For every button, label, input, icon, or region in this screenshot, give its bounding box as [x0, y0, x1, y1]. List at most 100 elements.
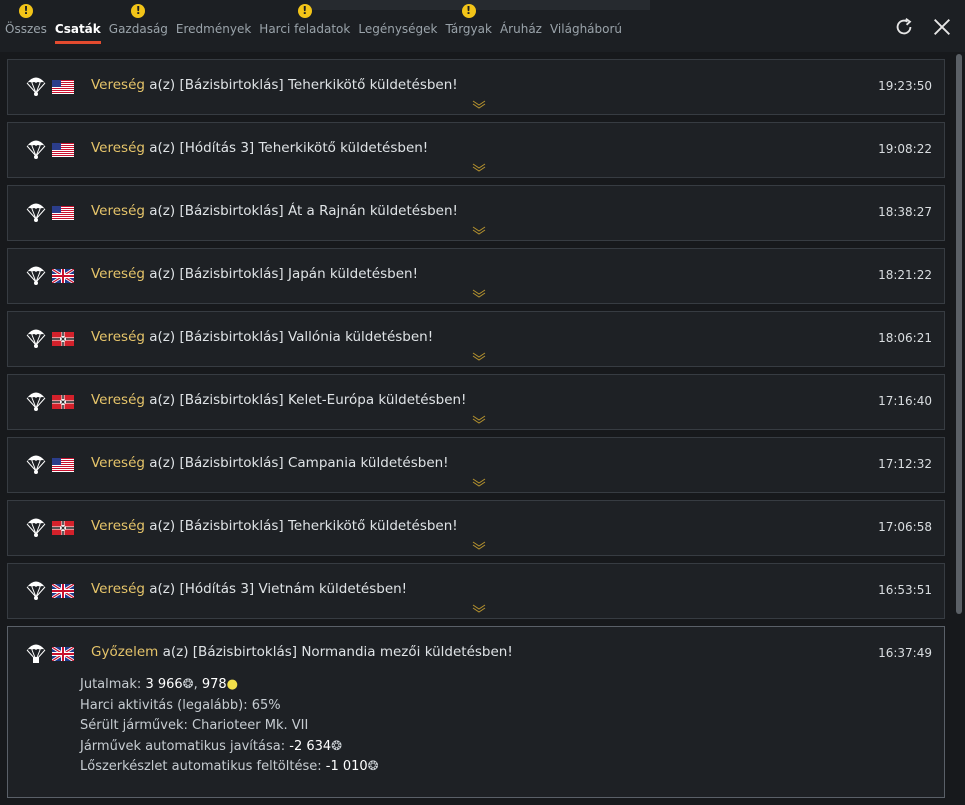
- battle-title: Vereség a(z) [Bázisbirtoklás] Japán küld…: [91, 266, 418, 282]
- rewards-line: Jutalmak: 3 966❂, 978●: [80, 675, 379, 696]
- battle-row[interactable]: Vereség a(z) [Bázisbirtoklás] Teherkiköt…: [7, 500, 945, 556]
- tab-label: Világháború: [549, 22, 623, 36]
- battle-time: 17:06:58: [878, 520, 932, 534]
- battle-details: Jutalmak: 3 966❂, 978● Harci aktivitás (l…: [80, 675, 379, 778]
- refresh-icon[interactable]: [893, 16, 915, 38]
- flag-germany-icon: [52, 521, 74, 535]
- tab-4[interactable]: Harci feladatok!: [259, 4, 355, 40]
- battle-description: a(z) [Hódítás 3] Vietnám küldetésben!: [144, 581, 408, 597]
- lion-icon: ❂: [367, 759, 379, 774]
- alert-badge-icon: !: [297, 4, 312, 18]
- battle-time: 17:12:32: [878, 457, 932, 471]
- battle-description: a(z) [Bázisbirtoklás] Vallónia küldetésb…: [144, 329, 434, 345]
- battle-result: Vereség: [91, 455, 145, 471]
- battle-row[interactable]: Vereség a(z) [Bázisbirtoklás] Campania k…: [7, 437, 945, 493]
- battle-row[interactable]: Vereség a(z) [Bázisbirtoklás] Teherkiköt…: [7, 59, 945, 115]
- battle-description: a(z) [Bázisbirtoklás] Teherkikötő küldet…: [144, 77, 458, 93]
- flag-usa-icon: [52, 80, 74, 94]
- chevron-down-icon[interactable]: [472, 99, 486, 109]
- flag-uk-icon: [52, 269, 74, 283]
- tab-8[interactable]: Világháború: [550, 20, 627, 40]
- battle-description: a(z) [Bázisbirtoklás] Campania küldetésb…: [144, 455, 449, 471]
- battle-description: a(z) [Hódítás 3] Teherkikötő küldetésben…: [144, 140, 429, 156]
- flag-usa-icon: [52, 143, 74, 157]
- paratrooper-icon: [26, 266, 46, 285]
- close-icon[interactable]: [931, 16, 953, 38]
- battle-title: Vereség a(z) [Bázisbirtoklás] Kelet-Euró…: [91, 392, 466, 408]
- paratrooper-icon: [26, 329, 46, 348]
- paratrooper-icon: [26, 392, 46, 411]
- chevron-down-icon[interactable]: [472, 603, 486, 613]
- flag-germany-icon: [52, 332, 74, 346]
- tab-5[interactable]: Legénységek: [358, 20, 442, 40]
- chevron-down-icon[interactable]: [472, 225, 486, 235]
- battle-result: Vereség: [91, 140, 145, 156]
- battle-time: 18:06:21: [878, 331, 932, 345]
- chevron-down-icon[interactable]: [472, 477, 486, 487]
- battle-row-expanded[interactable]: Győzelem a(z) [Bázisbirtoklás] Normandia…: [7, 626, 945, 798]
- battle-title: Győzelem a(z) [Bázisbirtoklás] Normandia…: [91, 644, 513, 660]
- chevron-down-icon[interactable]: [472, 351, 486, 361]
- tab-1[interactable]: Csaták: [54, 20, 106, 44]
- tab-3[interactable]: Eredmények: [176, 20, 256, 40]
- ammo-value: -1 010: [325, 759, 368, 774]
- battle-description: a(z) [Bázisbirtoklás] Teherkikötő küldet…: [144, 518, 458, 534]
- tab-6[interactable]: Tárgyak!: [445, 4, 497, 40]
- damaged-line: Sérült járművek: Charioteer Mk. VII: [80, 718, 309, 733]
- tab-bar: Összes! Csaták Gazdaság! Eredmények Harci fe…: [5, 4, 630, 44]
- battle-title: Vereség a(z) [Bázisbirtoklás] Campania k…: [91, 455, 449, 471]
- battle-time: 18:38:27: [878, 205, 932, 219]
- paratrooper-icon: [26, 581, 46, 600]
- paratrooper-icon: [26, 518, 46, 537]
- tab-2[interactable]: Gazdaság!: [108, 4, 173, 40]
- tab-label: Tárgyak: [445, 22, 492, 36]
- battle-time: 16:37:49: [878, 646, 932, 660]
- battle-title: Vereség a(z) [Bázisbirtoklás] Teherkiköt…: [91, 518, 458, 534]
- tab-label: Gazdaság: [108, 22, 168, 36]
- battle-title: Vereség a(z) [Bázisbirtoklás] Át a Rajná…: [91, 203, 458, 219]
- battle-row[interactable]: Vereség a(z) [Bázisbirtoklás] Vallónia k…: [7, 311, 945, 367]
- battle-row[interactable]: Vereség a(z) [Hódítás 3] Vietnám küldeté…: [7, 563, 945, 619]
- paratrooper-icon: [26, 77, 46, 96]
- battle-row[interactable]: Vereség a(z) [Bázisbirtoklás] Át a Rajná…: [7, 185, 945, 241]
- battle-description: a(z) [Bázisbirtoklás] Normandia mezői kü…: [158, 644, 513, 660]
- chevron-down-icon[interactable]: [472, 414, 486, 424]
- paratrooper-icon: [26, 644, 46, 663]
- battle-list: Vereség a(z) [Bázisbirtoklás] Teherkiköt…: [7, 59, 945, 805]
- repair-value: -2 634: [289, 738, 332, 754]
- battle-result: Vereség: [91, 518, 145, 534]
- battle-result: Vereség: [91, 329, 145, 345]
- paratrooper-icon: [26, 203, 46, 222]
- tab-0[interactable]: Összes!: [5, 4, 52, 40]
- flag-usa-icon: [52, 458, 74, 472]
- battle-time: 17:16:40: [878, 394, 932, 408]
- chevron-down-icon[interactable]: [472, 288, 486, 298]
- battle-row[interactable]: Vereség a(z) [Bázisbirtoklás] Japán küld…: [7, 248, 945, 304]
- ammo-line: Lőszerkészlet automatikus feltöltése: -1…: [80, 757, 379, 778]
- window-controls: [893, 16, 953, 38]
- tab-label: Harci feladatok: [259, 22, 351, 36]
- battle-result: Vereség: [91, 392, 145, 408]
- tab-label: Áruház: [499, 22, 542, 36]
- chevron-down-icon[interactable]: [472, 540, 486, 550]
- flag-uk-icon: [52, 584, 74, 598]
- battle-title: Vereség a(z) [Bázisbirtoklás] Vallónia k…: [91, 329, 433, 345]
- chevron-down-icon[interactable]: [472, 162, 486, 172]
- scrollbar[interactable]: [956, 54, 962, 614]
- tab-7[interactable]: Áruház: [500, 20, 547, 40]
- battle-row[interactable]: Vereség a(z) [Hódítás 3] Teherkikötő kül…: [7, 122, 945, 178]
- battle-time: 19:23:50: [878, 79, 932, 93]
- battle-result: Vereség: [91, 581, 145, 597]
- battle-time: 18:21:22: [878, 268, 932, 282]
- activity-line: Harci aktivitás (legalább): 65%: [80, 697, 281, 713]
- tab-label: Csaták: [54, 22, 101, 36]
- battle-time: 19:08:22: [878, 142, 932, 156]
- battle-time: 16:53:51: [878, 583, 932, 597]
- top-strip: [310, 0, 650, 10]
- lion-icon: ❂: [331, 738, 343, 754]
- rewards-silver: 3 966: [145, 677, 183, 692]
- battle-row[interactable]: Vereség a(z) [Bázisbirtoklás] Kelet-Euró…: [7, 374, 945, 430]
- ammo-label: Lőszerkészlet automatikus feltöltése:: [80, 759, 322, 774]
- alert-badge-icon: !: [131, 4, 146, 18]
- tab-label: Összes: [5, 22, 47, 36]
